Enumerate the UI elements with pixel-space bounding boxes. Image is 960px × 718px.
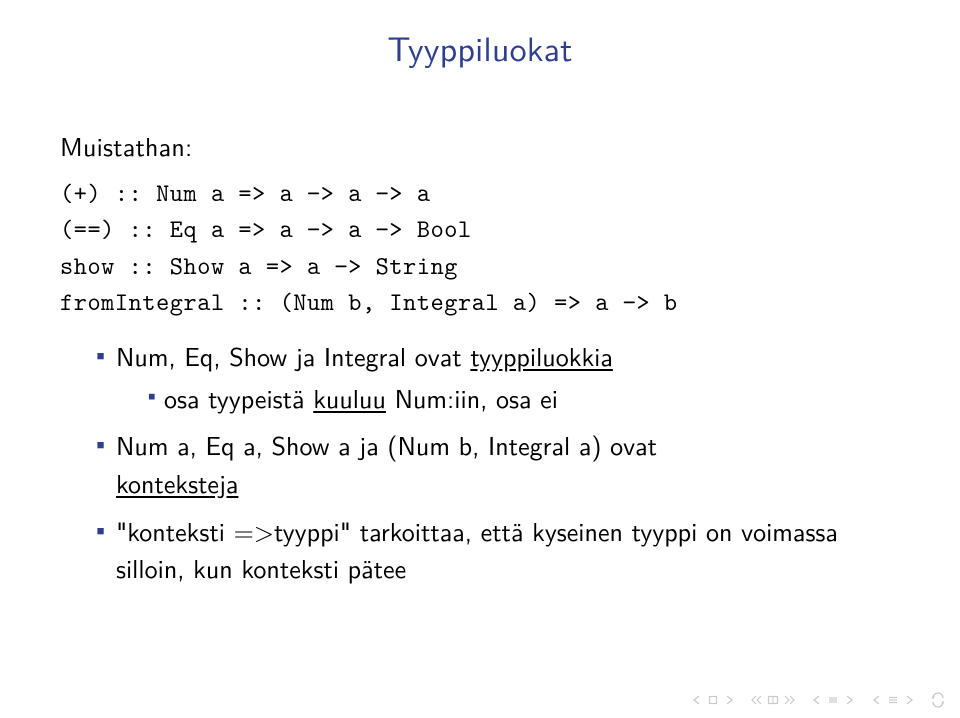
- nav-slide-group: [690, 693, 736, 707]
- sub-bullet-list: osa tyypeistä kuuluu Num:iin, osa ei: [116, 380, 900, 418]
- nav-section-group: [810, 693, 856, 707]
- bullet-text: "konteksti =>tyyppi" tarkoittaa, että ky…: [116, 512, 838, 588]
- nav-subsection-group: [870, 693, 916, 707]
- bullet-text: Num a, Eq a, Show a ja (Num b, Integral …: [116, 426, 657, 464]
- slide-title: Tyyppiluokat: [60, 22, 900, 72]
- nav-frame-box-icon[interactable]: [766, 693, 780, 707]
- nav-prev-slide-icon[interactable]: [690, 693, 704, 707]
- code-line: fromIntegral :: (Num b, Integral a) => a…: [60, 285, 678, 318]
- nav-prev-subsection-icon[interactable]: [870, 693, 884, 707]
- bullet-underline: konteksteja: [116, 464, 238, 502]
- bullet-text: Num, Eq, Show ja Integral ovat: [116, 337, 470, 375]
- nav-section-lines-icon[interactable]: [826, 693, 840, 707]
- beamer-navbar: [690, 692, 946, 708]
- nav-slide-box-icon[interactable]: [706, 693, 720, 707]
- sub-bullet-text: osa tyypeistä: [164, 379, 313, 417]
- nav-next-section-icon[interactable]: [842, 693, 856, 707]
- bullet-item: Num, Eq, Show ja Integral ovat tyyppiluo…: [96, 338, 900, 417]
- code-line: show :: Show a => a −> String: [60, 249, 458, 282]
- bullet-item: "konteksti =>tyyppi" tarkoittaa, että ky…: [96, 513, 900, 588]
- code-block: (+) :: Num a => a −> a −> a (==) :: Eq a…: [60, 175, 900, 320]
- bullet-underline: tyyppiluokkia: [470, 337, 613, 375]
- code-line: (+) :: Num a => a −> a −> a: [60, 176, 431, 209]
- nav-next-slide-icon[interactable]: [722, 693, 736, 707]
- code-line: (==) :: Eq a => a −> a −> Bool: [60, 212, 472, 245]
- sub-bullet-text: Num:iin, osa ei: [386, 379, 558, 417]
- nav-back-forward-icon[interactable]: [930, 692, 946, 708]
- sub-bullet-underline: kuuluu: [313, 379, 386, 417]
- slide: Tyyppiluokat Muistathan: (+) :: Num a =>…: [0, 0, 960, 718]
- nav-next-frame-icon[interactable]: [782, 693, 796, 707]
- bullet-list: Num, Eq, Show ja Integral ovat tyyppiluo…: [60, 338, 900, 588]
- nav-subsection-lines-icon[interactable]: [886, 693, 900, 707]
- bullet-item: Num a, Eq a, Show a ja (Num b, Integral …: [96, 427, 900, 502]
- nav-prev-frame-icon[interactable]: [750, 693, 764, 707]
- intro-text: Muistathan:: [60, 127, 900, 165]
- nav-prev-section-icon[interactable]: [810, 693, 824, 707]
- nav-frame-group: [750, 693, 796, 707]
- sub-bullet-item: osa tyypeistä kuuluu Num:iin, osa ei: [146, 380, 900, 418]
- nav-next-subsection-icon[interactable]: [902, 693, 916, 707]
